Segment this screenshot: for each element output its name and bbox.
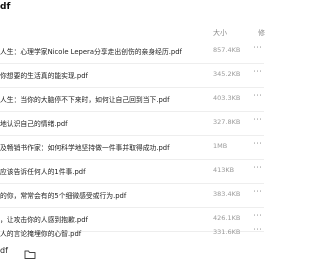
- folder-icon[interactable]: [24, 245, 36, 259]
- more-dots-icon[interactable]: ⋯: [253, 211, 263, 221]
- file-size: 426.1KB: [213, 214, 241, 222]
- bottom-toolbar: df: [0, 239, 264, 264]
- file-size: 403.3KB: [213, 94, 241, 102]
- file-size: 857.4KB: [213, 46, 241, 54]
- column-header-size[interactable]: 大小: [213, 28, 227, 38]
- file-name: 你想要的生活真的能实现.pdf: [0, 72, 88, 80]
- more-dots-icon[interactable]: ⋯: [253, 43, 263, 53]
- file-name: ，让攻击你的人感到抱歉.pdf: [0, 216, 88, 224]
- file-size: 345.2KB: [213, 70, 241, 78]
- more-dots-icon[interactable]: ⋯: [253, 163, 263, 173]
- more-dots-icon[interactable]: ⋯: [253, 91, 263, 101]
- file-name: 地认识自己的情绪.pdf: [0, 120, 68, 128]
- file-name: 应该告诉任何人的1件事.pdf: [0, 168, 86, 176]
- more-dots-icon[interactable]: ⋯: [253, 67, 263, 77]
- file-name: 人生：心理学家Nicole Lepera分享走出创伤的亲身经历.pdf: [0, 48, 182, 56]
- file-row[interactable]: 你想要的生活真的能实现.pdf 345.2KB ⋯: [0, 64, 264, 88]
- column-header-modified[interactable]: 修: [258, 28, 265, 38]
- file-size: 327.8KB: [213, 118, 241, 126]
- file-row[interactable]: 人的言论掩埋你的心智.pdf 331.6KB ⋯: [0, 225, 264, 239]
- file-row[interactable]: 人生：当你的大脑停不下来时，如何让自己回到当下.pdf 403.3KB ⋯: [0, 88, 264, 112]
- file-row[interactable]: 的你，常常会有的5个细微感受或行为.pdf 383.4KB ⋯: [0, 184, 264, 208]
- file-size: 413KB: [213, 166, 235, 174]
- file-name: 人生：当你的大脑停不下来时，如何让自己回到当下.pdf: [0, 96, 170, 104]
- file-size: 331.6KB: [213, 228, 241, 236]
- file-size: 1MB: [213, 142, 228, 150]
- toolbar-label: df: [0, 246, 8, 255]
- more-dots-icon[interactable]: ⋯: [253, 139, 263, 149]
- file-size: 383.4KB: [213, 190, 241, 198]
- file-row[interactable]: 应该告诉任何人的1件事.pdf 413KB ⋯: [0, 160, 264, 184]
- window-title: df: [0, 2, 11, 12]
- more-dots-icon[interactable]: ⋯: [253, 187, 263, 197]
- more-dots-icon[interactable]: ⋯: [253, 225, 263, 235]
- file-row[interactable]: 地认识自己的情绪.pdf 327.8KB ⋯: [0, 112, 264, 136]
- file-row[interactable]: 及畅销书作家：如何科学地坚持做一件事并取得成功.pdf 1MB ⋯: [0, 136, 264, 160]
- file-row[interactable]: 人生：心理学家Nicole Lepera分享走出创伤的亲身经历.pdf 857.…: [0, 40, 264, 64]
- file-name: 人的言论掩埋你的心智.pdf: [0, 230, 82, 238]
- file-name: 及畅销书作家：如何科学地坚持做一件事并取得成功.pdf: [0, 144, 170, 152]
- file-name: 的你，常常会有的5个细微感受或行为.pdf: [0, 192, 127, 200]
- more-dots-icon[interactable]: ⋯: [253, 115, 263, 125]
